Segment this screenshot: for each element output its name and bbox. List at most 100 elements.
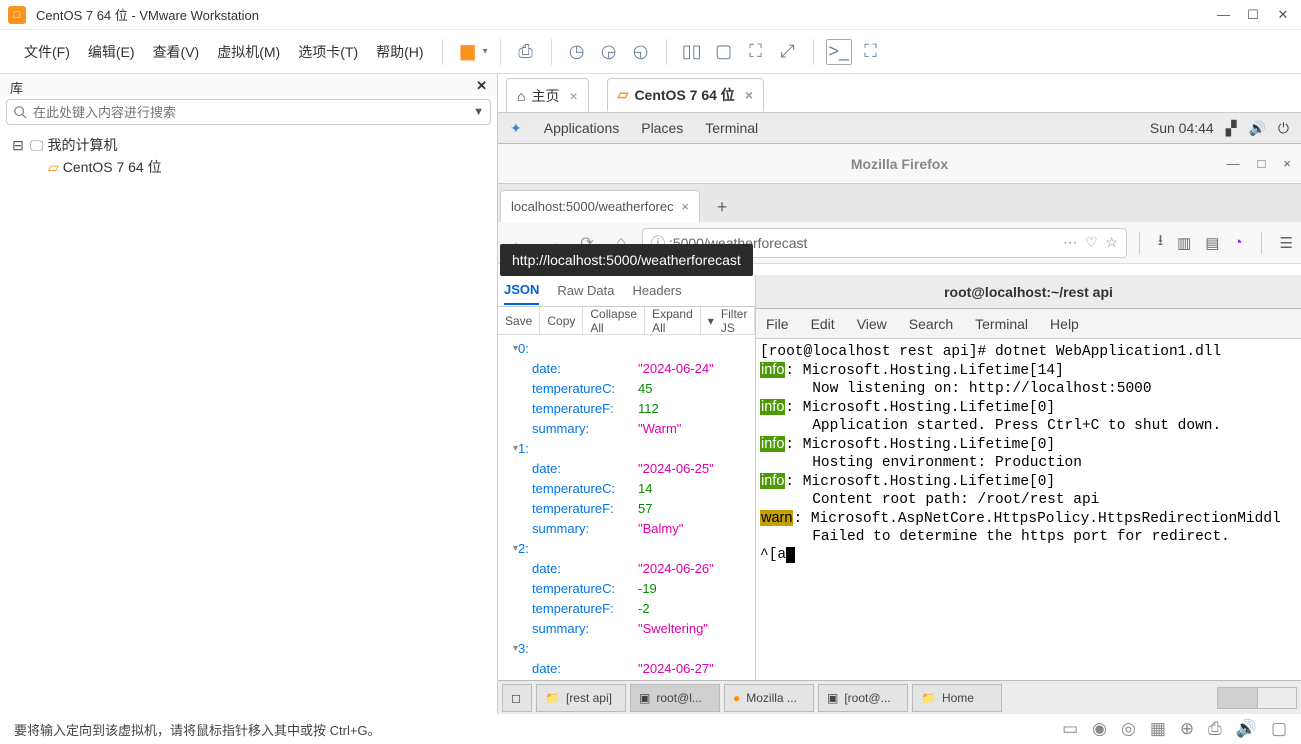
json-row[interactable]: date:"2024-06-26": [500, 559, 753, 579]
layout-1-icon[interactable]: ▯▯: [679, 39, 705, 65]
status-disk-icon[interactable]: ◉: [1092, 719, 1107, 739]
taskbar-item[interactable]: ●Mozilla ...: [724, 684, 814, 712]
json-row[interactable]: temperatureC:14: [500, 479, 753, 499]
json-row[interactable]: temperatureF:57: [500, 499, 753, 519]
json-row[interactable]: summary:"Balmy": [500, 519, 753, 539]
json-row[interactable]: date:"2024-06-25": [500, 459, 753, 479]
status-sound-icon[interactable]: 🔊: [1236, 719, 1257, 739]
json-row[interactable]: date:"2024-06-24": [500, 359, 753, 379]
workspace-1[interactable]: [1218, 688, 1257, 708]
main-area: ⌂ 主页 × ▱ CentOS 7 64 位 × ✦ Applications …: [498, 74, 1301, 714]
tab-raw[interactable]: Raw Data: [557, 277, 614, 304]
extensions-icon[interactable]: ◔: [1233, 234, 1242, 251]
tool-revert-icon[interactable]: ◶: [596, 39, 622, 65]
sound-icon[interactable]: 🔊: [1248, 120, 1265, 137]
tool-send-icon[interactable]: ⎙: [513, 39, 539, 65]
json-row[interactable]: temperatureF:-2: [500, 599, 753, 619]
btn-copy[interactable]: Copy: [540, 307, 583, 334]
term-menu-file[interactable]: File: [766, 316, 789, 332]
term-menu-help[interactable]: Help: [1050, 316, 1079, 332]
search-input[interactable]: [33, 105, 473, 120]
power-icon[interactable]: ⏻: [1278, 120, 1289, 137]
layout-4-icon[interactable]: ⤢: [775, 39, 801, 65]
minimize-button[interactable]: —: [1217, 7, 1229, 23]
computer-icon: 🖵: [30, 134, 44, 156]
json-row[interactable]: ▾ 3:: [500, 639, 753, 659]
json-row[interactable]: ▾ 2:: [500, 539, 753, 559]
panel-places[interactable]: Places: [641, 120, 683, 136]
terminal-window: root@localhost:~/rest api File Edit View…: [755, 275, 1301, 714]
close-icon[interactable]: ×: [569, 88, 577, 104]
tool-manage-icon[interactable]: ◵: [628, 39, 654, 65]
menu-vm[interactable]: 虚拟机(M): [211, 38, 286, 66]
sidebar-icon[interactable]: ▤: [1205, 234, 1219, 252]
term-menu-view[interactable]: View: [857, 316, 887, 332]
panel-terminal[interactable]: Terminal: [705, 120, 758, 136]
tab-home[interactable]: ⌂ 主页 ×: [506, 78, 589, 112]
menu-help[interactable]: 帮助(H): [370, 38, 429, 66]
status-device-icon[interactable]: ▭: [1062, 719, 1078, 739]
close-button[interactable]: ✕: [1277, 7, 1289, 23]
vm-icon: ▱: [48, 156, 59, 178]
console-icon[interactable]: >_: [826, 39, 852, 65]
layout-2-icon[interactable]: ▢: [711, 39, 737, 65]
network-icon[interactable]: ▞: [1226, 120, 1237, 137]
ff-close-icon[interactable]: ×: [1283, 156, 1291, 171]
json-row[interactable]: ▾ 0:: [500, 339, 753, 359]
json-row[interactable]: summary:"Warm": [500, 419, 753, 439]
library-icon[interactable]: ▥: [1177, 234, 1191, 252]
menu-tabs[interactable]: 选项卡(T): [292, 38, 364, 66]
taskbar-item[interactable]: 📁[rest api]: [536, 684, 626, 712]
menu-view[interactable]: 查看(V): [147, 38, 206, 66]
json-row[interactable]: date:"2024-06-27": [500, 659, 753, 679]
term-menu-edit[interactable]: Edit: [811, 316, 835, 332]
tab-centos[interactable]: ▱ CentOS 7 64 位 ×: [607, 78, 764, 112]
json-row[interactable]: ▾ 1:: [500, 439, 753, 459]
tree-root[interactable]: ⊟🖵 我的计算机: [10, 134, 487, 156]
library-search[interactable]: ▼: [6, 99, 491, 125]
pause-icon[interactable]: ▮▮: [455, 39, 477, 64]
json-row[interactable]: temperatureC:45: [500, 379, 753, 399]
new-tab-button[interactable]: +: [706, 192, 738, 222]
library-close-icon[interactable]: ✕: [476, 78, 487, 94]
fullscreen-icon[interactable]: ⛶: [858, 39, 884, 65]
menu-icon[interactable]: ☰: [1280, 234, 1293, 252]
ff-minimize-icon[interactable]: —: [1227, 156, 1240, 171]
close-icon[interactable]: ×: [681, 199, 689, 214]
close-icon[interactable]: ×: [745, 87, 753, 103]
json-row[interactable]: temperatureC:-19: [500, 579, 753, 599]
layout-3-icon[interactable]: ⛶: [743, 39, 769, 65]
terminal-body[interactable]: [root@localhost rest api]# dotnet WebApp…: [756, 339, 1301, 568]
menu-file[interactable]: 文件(F): [18, 38, 76, 66]
firefox-tab[interactable]: localhost:5000/weatherforec ×: [500, 190, 700, 222]
status-printer-icon[interactable]: ⎙: [1208, 719, 1222, 739]
taskbar-item[interactable]: ▣root@l...: [630, 684, 720, 712]
tab-headers[interactable]: Headers: [632, 277, 681, 304]
activities-icon[interactable]: ✦: [510, 120, 522, 137]
menu-edit[interactable]: 编辑(E): [82, 38, 141, 66]
json-row[interactable]: temperatureF:112: [500, 399, 753, 419]
json-row[interactable]: summary:"Sweltering": [500, 619, 753, 639]
workspace-2[interactable]: [1257, 688, 1297, 708]
taskbar-item[interactable]: 📁Home: [912, 684, 1002, 712]
search-dropdown-icon[interactable]: ▼: [473, 106, 484, 118]
maximize-button[interactable]: ☐: [1247, 7, 1259, 23]
status-display-icon[interactable]: ▢: [1271, 719, 1287, 739]
btn-save[interactable]: Save: [498, 307, 540, 334]
btn-collapse[interactable]: Collapse All: [583, 307, 645, 334]
status-net-icon[interactable]: ▦: [1150, 719, 1166, 739]
btn-expand[interactable]: Expand All: [645, 307, 701, 334]
panel-apps[interactable]: Applications: [544, 120, 620, 136]
status-cd-icon[interactable]: ◎: [1121, 719, 1136, 739]
taskbar-show-desktop[interactable]: ◻: [502, 684, 532, 712]
taskbar-item[interactable]: ▣[root@...: [818, 684, 908, 712]
term-menu-terminal[interactable]: Terminal: [975, 316, 1028, 332]
ff-maximize-icon[interactable]: □: [1258, 156, 1266, 171]
status-usb-icon[interactable]: ⊕: [1180, 719, 1194, 739]
term-menu-search[interactable]: Search: [909, 316, 953, 332]
tree-item-centos[interactable]: ▱ CentOS 7 64 位: [48, 156, 487, 178]
downloads-icon[interactable]: ⭳: [1158, 230, 1163, 255]
tab-json[interactable]: JSON: [504, 276, 539, 305]
tool-snapshot-icon[interactable]: ◷: [564, 39, 590, 65]
panel-clock[interactable]: Sun 04:44: [1150, 120, 1214, 136]
